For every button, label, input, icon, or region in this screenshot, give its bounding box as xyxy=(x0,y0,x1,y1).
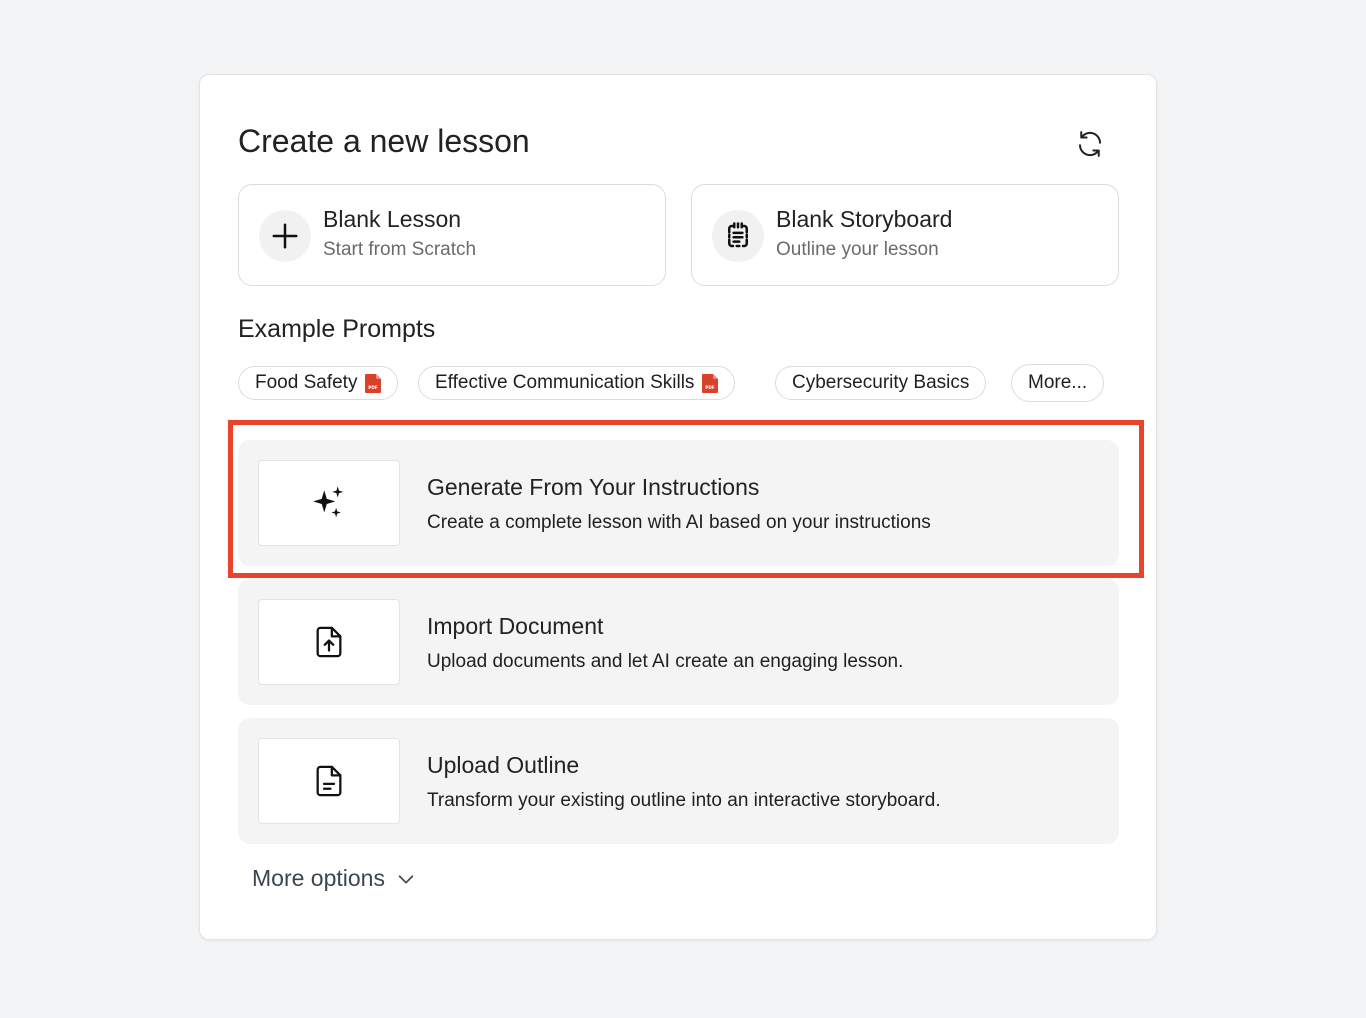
chip-cybersecurity-basics[interactable]: Cybersecurity Basics xyxy=(775,366,987,400)
svg-text:PDF: PDF xyxy=(706,385,716,390)
example-prompts-title: Example Prompts xyxy=(238,315,436,343)
option-title: Generate From Your Instructions xyxy=(427,474,760,500)
pdf-icon: PDF xyxy=(702,373,719,393)
blank-storyboard-title: Blank Storyboard xyxy=(776,206,953,232)
more-options-toggle[interactable]: More options xyxy=(252,865,417,892)
chip-label: Effective Communication Skills xyxy=(435,372,695,393)
upload-outline-option[interactable]: Upload Outline Transform your existing o… xyxy=(238,718,1119,844)
storyboard-icon xyxy=(712,210,764,262)
chip-more[interactable]: More... xyxy=(1011,364,1105,402)
option-title: Import Document xyxy=(427,613,604,639)
option-description: Create a complete lesson with AI based o… xyxy=(427,512,931,533)
refresh-button[interactable] xyxy=(1072,126,1108,162)
blank-lesson-title: Blank Lesson xyxy=(323,206,462,232)
option-description: Upload documents and let AI create an en… xyxy=(427,651,904,672)
chip-label: More... xyxy=(1028,372,1088,393)
dialog-title: Create a new lesson xyxy=(238,123,530,159)
plus-icon xyxy=(259,210,311,262)
sparkles-icon xyxy=(258,460,400,546)
svg-text:PDF: PDF xyxy=(369,385,379,390)
chevron-down-icon xyxy=(398,874,414,883)
chip-label: Food Safety xyxy=(255,372,358,393)
blank-lesson-subtitle: Start from Scratch xyxy=(323,239,477,260)
create-lesson-dialog: Create a new lesson Blank Lesson Start f… xyxy=(199,74,1157,940)
option-title: Upload Outline xyxy=(427,752,580,778)
file-upload-icon xyxy=(258,599,400,685)
file-text-icon xyxy=(258,738,400,824)
chip-effective-communication[interactable]: Effective Communication Skills PDF xyxy=(418,366,736,400)
import-document-option[interactable]: Import Document Upload documents and let… xyxy=(238,579,1119,705)
blank-lesson-button[interactable]: Blank Lesson Start from Scratch xyxy=(238,184,666,286)
blank-storyboard-subtitle: Outline your lesson xyxy=(776,239,939,260)
more-options-label: More options xyxy=(252,865,385,891)
refresh-icon xyxy=(1079,131,1101,157)
option-description: Transform your existing outline into an … xyxy=(427,790,941,811)
chip-label: Cybersecurity Basics xyxy=(792,372,970,393)
chip-food-safety[interactable]: Food Safety PDF xyxy=(238,366,399,400)
pdf-icon: PDF xyxy=(365,373,382,393)
generate-from-instructions-option[interactable]: Generate From Your Instructions Create a… xyxy=(238,440,1119,566)
blank-storyboard-button[interactable]: Blank Storyboard Outline your lesson xyxy=(691,184,1119,286)
